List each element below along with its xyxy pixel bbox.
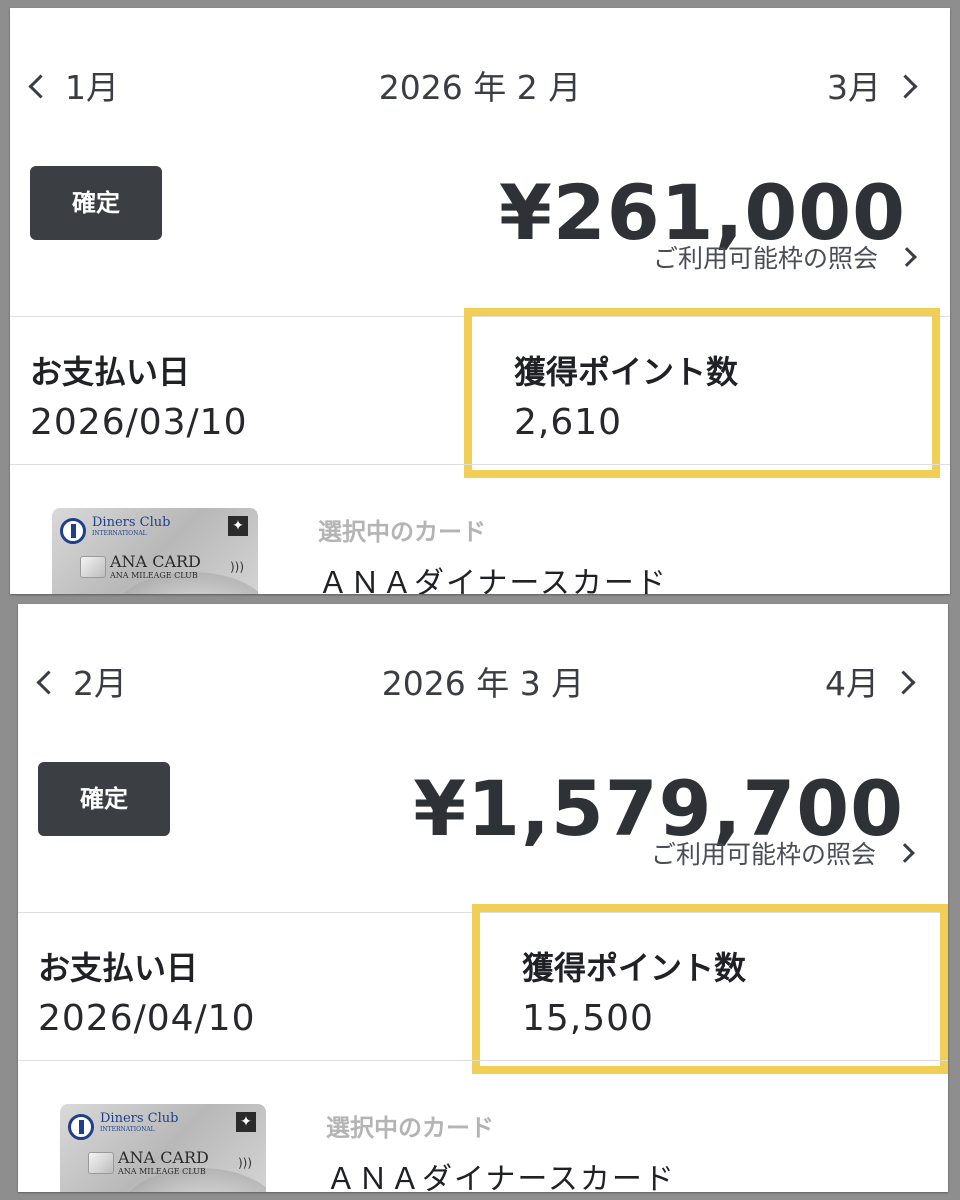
status-badge: 確定	[38, 762, 170, 836]
card-sub: ANA MILEAGE CLUB	[118, 1167, 206, 1176]
contactless-icon: )))	[230, 560, 245, 574]
divider	[10, 464, 950, 465]
payment-date-label: お支払い日	[30, 353, 191, 391]
selected-card-label: 選択中のカード	[318, 518, 486, 546]
payment-date-value: 2026/03/10	[30, 402, 248, 443]
divider	[18, 1060, 948, 1061]
credit-limit-link[interactable]: ご利用可能枠の照会	[650, 838, 915, 872]
points-value: 15,500	[522, 998, 654, 1039]
chevron-right-icon	[897, 247, 917, 267]
payment-date-label: お支払い日	[38, 949, 199, 987]
points-label: 獲得ポイント数	[522, 949, 747, 987]
card-brand-sub: INTERNATIONAL	[100, 1126, 155, 1133]
credit-limit-label: ご利用可能枠の照会	[652, 244, 878, 273]
credit-limit-link[interactable]: ご利用可能枠の照会	[652, 242, 917, 276]
current-month-title: 2026 年 3 月	[381, 664, 585, 703]
next-month-button[interactable]: 4月	[825, 660, 916, 708]
next-month-label: 3月	[827, 68, 881, 107]
selected-card-name[interactable]: ＡＮＡダイナースカード	[318, 558, 668, 594]
card-sub: ANA MILEAGE CLUB	[110, 571, 198, 580]
current-month-title: 2026 年 2 月	[378, 68, 582, 107]
chevron-right-icon	[893, 74, 918, 99]
payment-date-value: 2026/04/10	[38, 998, 256, 1039]
points-value: 2,610	[514, 402, 623, 443]
contactless-icon: )))	[238, 1156, 253, 1170]
card-image[interactable]: Diners Club INTERNATIONAL ✦ ANA CARD ANA…	[52, 508, 258, 594]
card-title: ANA CARD	[110, 552, 201, 571]
selected-card-label: 選択中のカード	[326, 1114, 494, 1142]
points-label: 獲得ポイント数	[514, 353, 739, 391]
star-alliance-icon: ✦	[236, 1112, 256, 1132]
card-chip-icon	[88, 1152, 114, 1174]
card-brand-sub: INTERNATIONAL	[92, 530, 147, 537]
card-brand: Diners Club	[100, 1111, 179, 1126]
chevron-right-icon	[895, 843, 915, 863]
card-chip-icon	[80, 556, 106, 578]
card-image[interactable]: Diners Club INTERNATIONAL ✦ ANA CARD ANA…	[60, 1104, 266, 1192]
chevron-right-icon	[891, 670, 916, 695]
status-badge: 確定	[30, 166, 162, 240]
next-month-label: 4月	[825, 664, 879, 703]
star-alliance-icon: ✦	[228, 516, 248, 536]
card-brand: Diners Club	[92, 515, 171, 530]
statement-screen-march: 2月 2026 年 3 月 4月 確定 ¥1,579,700 ご利用可能枠の照会…	[18, 604, 948, 1192]
credit-limit-label: ご利用可能枠の照会	[650, 840, 876, 869]
diners-logo-icon	[60, 518, 86, 544]
month-navigation: 1月 2026 年 2 月 3月	[10, 64, 950, 112]
card-title: ANA CARD	[118, 1148, 209, 1167]
diners-logo-icon	[68, 1114, 94, 1140]
next-month-button[interactable]: 3月	[827, 64, 918, 112]
selected-card-name[interactable]: ＡＮＡダイナースカード	[326, 1154, 676, 1192]
points-highlight-box	[472, 904, 948, 1074]
month-navigation: 2月 2026 年 3 月 4月	[18, 660, 948, 708]
statement-screen-february: 1月 2026 年 2 月 3月 確定 ¥261,000 ご利用可能枠の照会 お…	[10, 8, 950, 594]
points-highlight-box	[464, 308, 940, 478]
